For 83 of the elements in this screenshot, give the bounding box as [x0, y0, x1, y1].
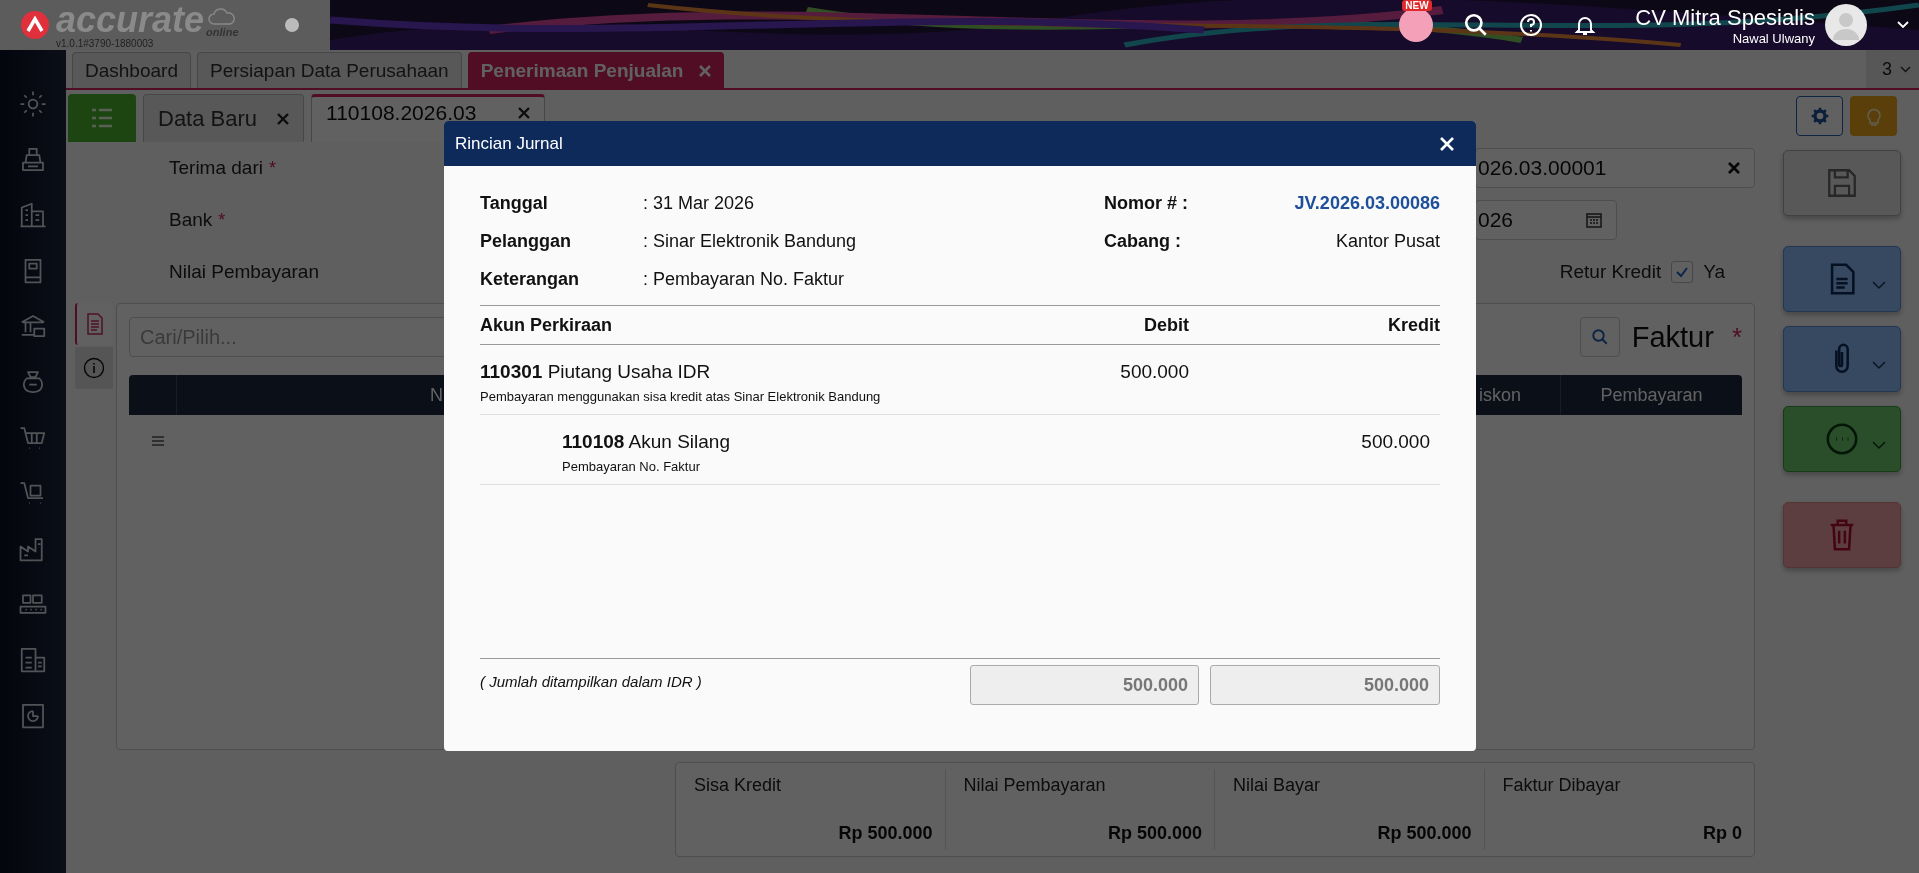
check-icon — [1675, 266, 1690, 278]
tip-button[interactable] — [1850, 96, 1897, 136]
info-label: Tanggal — [480, 192, 549, 214]
search-button[interactable] — [1579, 317, 1620, 357]
document-button[interactable] — [1783, 246, 1901, 312]
summary-value: Rp 500.000 — [838, 823, 933, 844]
avatar-icon[interactable] — [1825, 4, 1867, 46]
debit-total-field: 500.000 — [970, 665, 1199, 705]
info-label: Keterangan — [480, 268, 581, 290]
clear-icon[interactable] — [1728, 162, 1740, 174]
date-field[interactable]: 026 — [1475, 200, 1617, 240]
currency-note: ( Jumlah ditampilkan dalam IDR ) — [480, 673, 703, 690]
field-label: Terima dari — [169, 157, 263, 179]
field-label: Nilai Pembayaran — [169, 261, 319, 283]
column-header: iskon — [1479, 384, 1521, 406]
column-header: Pembayaran — [1600, 384, 1703, 406]
calendar-icon[interactable] — [1586, 212, 1602, 228]
new-badge: NEW — [1402, 0, 1432, 11]
info-icon — [83, 357, 105, 379]
user-name: Nawal Ulwany — [1732, 30, 1815, 46]
module-tab[interactable]: Persiapan Data Perusahaan — [196, 52, 462, 88]
column-header: Debit — [1143, 314, 1189, 336]
required-mark: * — [269, 157, 276, 179]
cloud-icon — [208, 7, 237, 26]
chevron-down-icon[interactable] — [1897, 21, 1909, 29]
credit-total-field: 500.000 — [1210, 665, 1440, 705]
option-label: Retur Kredit — [1559, 261, 1662, 283]
settings-button[interactable] — [1796, 96, 1843, 136]
info-value: : Sinar Elektronik Bandung — [643, 230, 857, 252]
dot-icon — [284, 18, 299, 32]
summary-value: Rp 500.000 — [1377, 823, 1472, 844]
column-header: Akun Perkiraan — [480, 314, 614, 336]
info-tab[interactable] — [75, 347, 113, 389]
summary-label: Sisa Kredit — [694, 775, 783, 796]
credit-amount: 500.000 — [1361, 431, 1430, 452]
chevron-down-icon — [1872, 281, 1886, 290]
search-icon — [1590, 328, 1609, 346]
module-tab[interactable]: Penerimaan Penjualan — [467, 52, 725, 88]
list-icon — [90, 107, 114, 129]
debit-amount: 500.000 — [1120, 361, 1189, 382]
number-field[interactable]: 026.03.00001 — [1475, 148, 1755, 188]
info-value: Kantor Pusat — [1335, 230, 1440, 252]
section-title: Faktur — [1631, 320, 1714, 354]
info-label: Nomor # : — [1104, 192, 1188, 214]
checkbox-label: Ya — [1703, 261, 1725, 283]
save-button[interactable] — [1783, 150, 1901, 216]
required-mark: * — [1731, 321, 1742, 353]
version-text: v1.0.1#3790-1880003 — [56, 37, 155, 49]
document-icon — [85, 313, 105, 335]
menu-icon[interactable] — [152, 436, 164, 446]
more-button[interactable] — [1783, 406, 1901, 472]
chevron-down-icon — [1872, 361, 1886, 370]
account-name: 110301 Piutang Usaha IDR — [480, 361, 712, 383]
info-label: Pelanggan — [480, 230, 573, 252]
help-icon[interactable] — [1519, 13, 1544, 37]
summary-value: Rp 0 — [1703, 823, 1742, 844]
summary-value: Rp 500.000 — [1107, 823, 1202, 844]
info-value: : Pembayaran No. Faktur — [643, 268, 845, 290]
list-button[interactable] — [68, 94, 136, 142]
company-name: CV Mitra Spesialis — [1635, 4, 1815, 31]
field-label: Bank — [169, 209, 213, 231]
chevron-down-icon — [1900, 65, 1911, 73]
summary-label: Faktur Dibayar — [1502, 775, 1622, 796]
entry-note: Pembayaran menggunakan sisa kredit atas Sinar Elektronik Bandung — [480, 389, 882, 404]
logo-icon — [20, 10, 50, 40]
chevron-down-icon — [1872, 441, 1886, 450]
module-tab[interactable]: Dashboard — [72, 52, 191, 88]
entry-note: Pembayaran No. Faktur — [562, 459, 701, 474]
summary-label: Nilai Pembayaran — [963, 775, 1107, 796]
info-label: Cabang : — [1104, 230, 1181, 252]
delete-button[interactable] — [1783, 502, 1901, 568]
more-icon — [1825, 422, 1859, 456]
column-header: Kredit — [1387, 314, 1440, 336]
attachment-button[interactable] — [1783, 326, 1901, 392]
checkbox[interactable] — [1671, 261, 1694, 283]
document-tab[interactable]: Data Baru — [143, 94, 305, 142]
required-mark: * — [218, 209, 226, 231]
info-value: : 31 Mar 2026 — [643, 192, 755, 214]
journal-number-link[interactable]: JV.2026.03.00086 — [1294, 192, 1440, 214]
account-name: 110108 Akun Silang — [562, 431, 731, 453]
tab-count-dropdown[interactable]: 3 — [1866, 50, 1919, 88]
column-header: N — [430, 384, 443, 406]
summary-label: Nilai Bayar — [1233, 775, 1322, 796]
